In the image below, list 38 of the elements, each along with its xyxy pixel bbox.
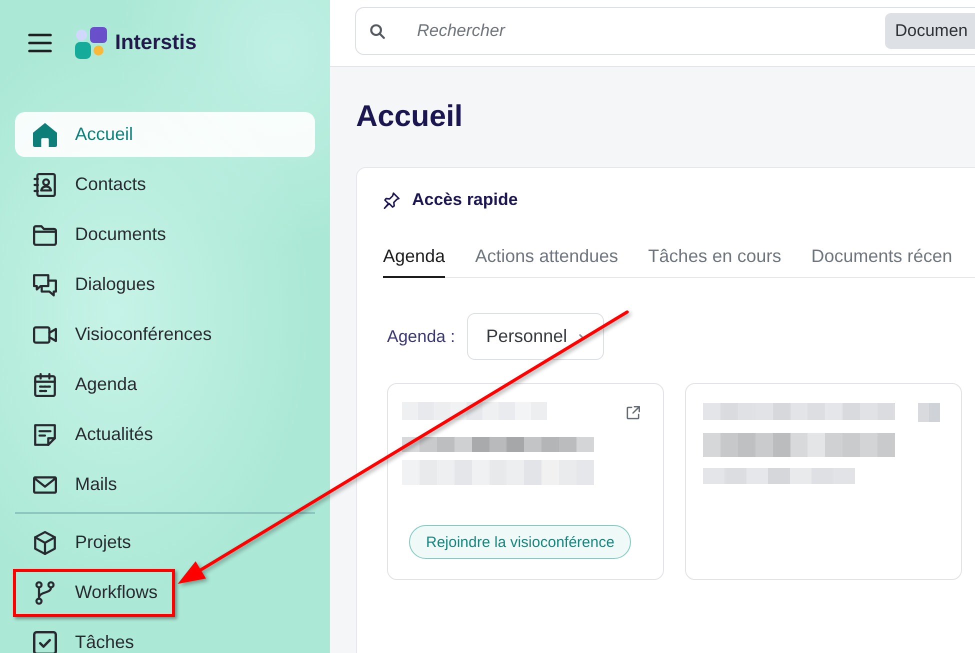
search-icon — [370, 24, 385, 38]
join-button[interactable]: Rejoindre la visioconférence — [409, 525, 632, 559]
note-icon — [33, 422, 57, 446]
blurred-text — [918, 403, 940, 422]
menu-icon[interactable] — [28, 31, 52, 55]
home-icon — [33, 122, 57, 146]
scope-button[interactable]: Documen — [885, 13, 975, 49]
nav-item[interactable]: Contacts — [15, 162, 315, 207]
agenda-label: Agenda : — [387, 326, 456, 346]
brand-name: Interstis — [115, 31, 197, 55]
cube-icon — [33, 530, 57, 554]
tab[interactable]: Documents récen — [811, 245, 952, 278]
tab[interactable]: Agenda — [383, 245, 446, 278]
pin-icon — [383, 192, 400, 208]
nav-item[interactable]: Mails — [15, 462, 315, 507]
contacts-book-icon — [33, 172, 57, 196]
branch-icon — [33, 580, 57, 604]
page-title: Accueil — [355, 99, 464, 135]
nav-item[interactable]: Projets — [15, 520, 315, 565]
section-title: Accès rapide — [412, 190, 518, 210]
nav-item[interactable]: Actualités — [15, 412, 315, 457]
calendar-icon — [33, 372, 57, 396]
external-link-icon[interactable] — [626, 406, 640, 420]
search-field[interactable]: Rechercher Documen — [355, 7, 975, 55]
folder-icon — [33, 222, 57, 246]
agenda-select[interactable]: Personnel — [467, 313, 604, 360]
logo-icon[interactable] — [75, 27, 107, 59]
nav-item[interactable]: Accueil — [15, 112, 315, 157]
nav-item[interactable]: Visioconférences — [15, 312, 315, 357]
nav-item[interactable]: Tâches — [15, 620, 315, 653]
tab[interactable]: Actions attendues — [475, 245, 618, 278]
chat-bubbles-icon — [33, 272, 57, 296]
nav-item[interactable]: Documents — [15, 212, 315, 257]
nav-item[interactable]: Workflows — [15, 570, 315, 615]
nav-item[interactable]: Dialogues — [15, 262, 315, 307]
nav-item[interactable]: Agenda — [15, 362, 315, 407]
checkbox-icon — [33, 630, 57, 653]
tab[interactable]: Tâches en cours — [648, 245, 782, 278]
